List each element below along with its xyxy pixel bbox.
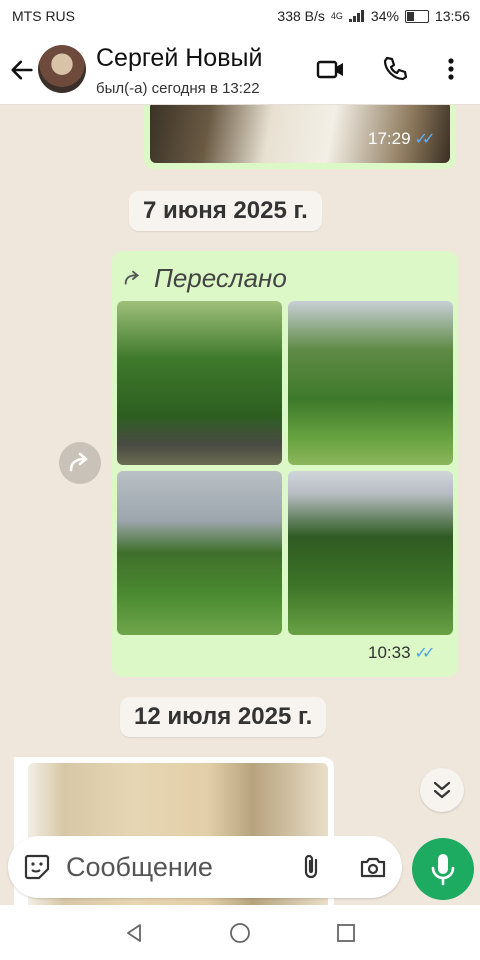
- last-seen-status: был(-а) сегодня в 13:22: [96, 80, 260, 97]
- double-chevron-down-icon: [433, 781, 451, 799]
- chat-area[interactable]: 17:29 ✓✓ 7 июня 2025 г. Переслано 10:33 ✓✓…: [0, 105, 480, 905]
- status-bar: MTS RUS 338 B/s 4G 34% 13:56: [0, 0, 480, 34]
- attach-icon[interactable]: [296, 852, 326, 882]
- back-arrow-icon[interactable]: [8, 56, 36, 84]
- forwarded-album-message[interactable]: Переслано 10:33 ✓✓: [112, 251, 458, 677]
- signal-icon: [348, 10, 365, 22]
- date-divider: 7 июня 2025 г.: [129, 191, 322, 231]
- forward-button[interactable]: [59, 442, 101, 484]
- nav-home-icon[interactable]: [228, 921, 252, 945]
- message-input[interactable]: Сообщение: [66, 852, 213, 883]
- contact-name[interactable]: Сергей Новый: [96, 44, 262, 73]
- voice-message-button[interactable]: [412, 838, 474, 900]
- system-nav-bar: [0, 905, 480, 960]
- forward-icon: [69, 452, 89, 472]
- battery-percent: 34%: [370, 8, 399, 24]
- sticker-icon[interactable]: [22, 852, 52, 882]
- message-input-bar: Сообщение: [8, 836, 402, 898]
- message-time: 17:29 ✓✓: [368, 129, 436, 148]
- read-ticks-icon: ✓✓: [414, 131, 436, 148]
- forwarded-header: Переслано: [122, 263, 287, 294]
- network-type: 4G: [330, 11, 343, 21]
- clock: 13:56: [434, 8, 470, 24]
- chat-header: Сергей Новый был(-а) сегодня в 13:22: [0, 34, 480, 105]
- forwarded-label: Переслано: [154, 263, 287, 293]
- carrier-label: MTS RUS: [12, 8, 75, 24]
- album-photo-3[interactable]: [117, 471, 282, 635]
- voice-call-icon[interactable]: [380, 54, 410, 84]
- forwarded-icon: [124, 270, 140, 284]
- video-call-icon[interactable]: [316, 54, 346, 84]
- album-photo-1[interactable]: [117, 301, 282, 465]
- battery-icon: [404, 9, 429, 23]
- date-divider: 12 июля 2025 г.: [120, 697, 327, 737]
- nav-recents-icon[interactable]: [334, 921, 358, 945]
- read-ticks-icon: ✓✓: [414, 645, 436, 662]
- album-photo-2[interactable]: [288, 301, 453, 465]
- photo-message-top[interactable]: 17:29 ✓✓: [144, 105, 456, 169]
- message-time: 10:33 ✓✓: [368, 643, 436, 662]
- album-photo-4[interactable]: [288, 471, 453, 635]
- avatar[interactable]: [38, 45, 86, 93]
- mic-icon: [431, 854, 455, 886]
- scroll-to-bottom-button[interactable]: [420, 768, 464, 812]
- camera-icon[interactable]: [358, 852, 388, 882]
- net-speed: 338 B/s: [277, 8, 325, 24]
- more-options-icon[interactable]: [436, 54, 466, 84]
- nav-back-icon[interactable]: [122, 921, 146, 945]
